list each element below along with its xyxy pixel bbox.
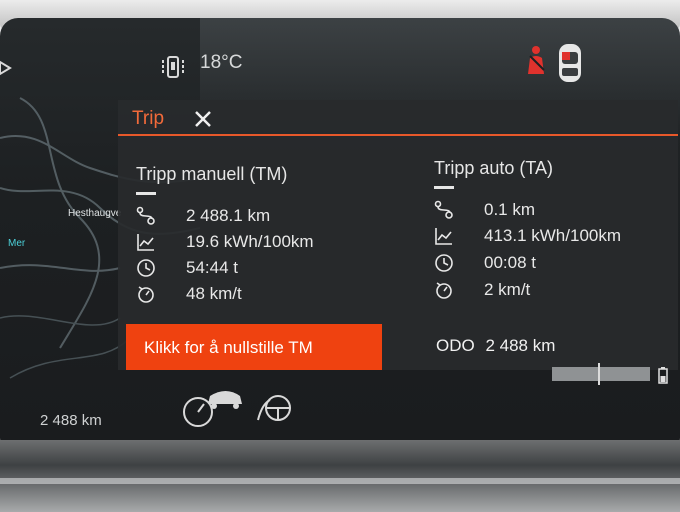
auto-trip-dash	[434, 186, 454, 189]
map-street-label: Hesthaugve	[68, 208, 122, 219]
temperature: 18°C	[200, 52, 243, 73]
clock-icon	[435, 254, 453, 272]
distance-icon	[136, 206, 155, 225]
auto-consumption-value: 413.1 kWh/100km	[484, 226, 622, 245]
nav-arrow-icon	[0, 60, 12, 76]
auto-trip-title: Tripp auto (TA)	[434, 158, 554, 178]
consumption-icon	[435, 228, 452, 245]
odometer-label: ODO	[436, 336, 475, 355]
trip-panel-header: Trip	[118, 100, 678, 134]
battery-level-marker	[598, 363, 600, 385]
dashboard-bottom	[0, 440, 680, 512]
manual-trip-title: Tripp manuell (TM)	[136, 164, 288, 184]
car-top-icon	[559, 44, 581, 82]
map-label: Mer	[8, 238, 26, 249]
battery-icon	[658, 367, 668, 384]
odometer: ODO 2 488 km	[436, 336, 555, 356]
manual-trip-dash	[136, 192, 156, 195]
manual-speed-value: 48 km/t	[186, 284, 242, 303]
battery-level-bar	[552, 367, 650, 381]
odometer-value: 2 488 km	[485, 336, 556, 355]
close-icon[interactable]	[194, 110, 212, 128]
auto-distance-value: 0.1 km	[484, 200, 536, 219]
photo: Hesthaugve Mer 18°C Trip Tripp manuell (…	[0, 0, 680, 512]
seatbelt-warning-icon	[528, 46, 545, 74]
reset-tm-button[interactable]: Klikk for å nullstille TM	[126, 324, 382, 370]
trip-panel: Trip Tripp manuell (TM) 2 488.1 km 19.6 …	[118, 100, 678, 370]
speed-icon	[138, 286, 154, 303]
speed-icon	[436, 282, 452, 299]
trip-tab[interactable]: Trip	[132, 108, 164, 130]
manual-consumption-value: 19.6 kWh/100km	[186, 232, 314, 251]
range-value: 2 488 km	[40, 412, 102, 429]
driver-assist-icons	[183, 391, 291, 427]
consumption-icon	[137, 234, 154, 251]
auto-time-value: 00:08 t	[484, 253, 536, 272]
clock-icon	[137, 259, 155, 277]
manual-distance-value: 2 488.1 km	[186, 206, 271, 225]
phone-icon	[162, 56, 184, 78]
auto-speed-value: 2 km/t	[484, 280, 531, 299]
header-divider	[118, 134, 678, 136]
manual-time-value: 54:44 t	[186, 258, 238, 277]
distance-icon	[434, 200, 453, 219]
dashboard-trim	[0, 478, 680, 484]
